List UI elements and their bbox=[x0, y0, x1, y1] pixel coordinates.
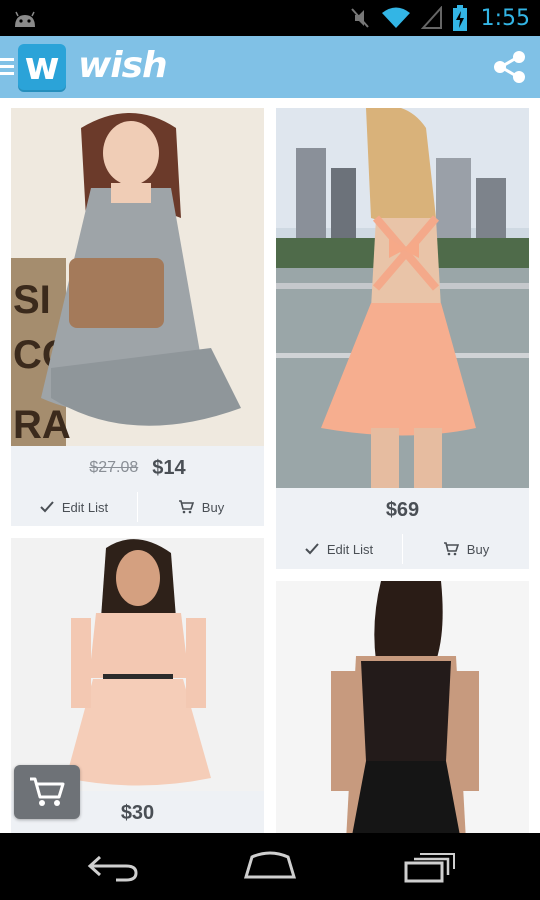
check-icon bbox=[40, 501, 54, 513]
navigation-bar bbox=[0, 833, 540, 900]
status-bar: 1:55 bbox=[0, 0, 540, 36]
recent-apps-icon[interactable] bbox=[402, 849, 458, 883]
svg-text:RA: RA bbox=[13, 403, 71, 446]
logo-letter: w bbox=[24, 44, 60, 88]
menu-icon[interactable] bbox=[0, 56, 14, 78]
price-row: $27.08 $14 bbox=[11, 446, 264, 490]
product-card[interactable]: $69 Edit List Buy bbox=[276, 108, 529, 569]
cart-icon bbox=[178, 500, 194, 514]
action-row: Edit List Buy bbox=[276, 530, 529, 568]
mute-icon bbox=[350, 8, 369, 28]
cart-icon bbox=[443, 542, 459, 556]
app-bar: w wish bbox=[0, 36, 540, 98]
back-icon[interactable] bbox=[86, 849, 142, 883]
edit-list-label: Edit List bbox=[326, 541, 374, 557]
edit-list-button[interactable]: Edit List bbox=[11, 488, 137, 526]
buy-label: Buy bbox=[466, 541, 490, 557]
edit-list-label: Edit List bbox=[61, 499, 109, 515]
home-icon[interactable] bbox=[242, 849, 298, 883]
gray-dress-photo[interactable]: SI CO RA bbox=[11, 108, 264, 446]
peach-bow-dress-photo[interactable] bbox=[276, 108, 529, 488]
brand-name: wish bbox=[78, 45, 168, 86]
product-card[interactable] bbox=[276, 581, 529, 833]
check-icon bbox=[305, 543, 319, 555]
action-row: Edit List Buy bbox=[11, 488, 264, 526]
price-row: $69 bbox=[276, 488, 529, 532]
product-card[interactable]: SI CO RA $27.08 $14 Edit List Buy bbox=[11, 108, 264, 526]
buy-label: Buy bbox=[201, 499, 225, 515]
price: $14 bbox=[152, 456, 186, 479]
status-time: 1:55 bbox=[480, 5, 530, 31]
svg-text:SI: SI bbox=[13, 278, 51, 322]
signal-icon bbox=[420, 6, 442, 29]
buy-button[interactable]: Buy bbox=[138, 488, 264, 526]
black-lace-dress-photo[interactable] bbox=[276, 581, 529, 833]
wifi-icon bbox=[381, 7, 410, 28]
price: $69 bbox=[385, 498, 420, 521]
wish-logo[interactable]: w bbox=[18, 44, 66, 92]
share-icon[interactable] bbox=[492, 50, 526, 84]
product-feed[interactable]: SI CO RA $27.08 $14 Edit List Buy $69 Ed… bbox=[0, 98, 540, 833]
buy-button[interactable]: Buy bbox=[403, 530, 529, 568]
old-price: $27.08 bbox=[89, 459, 139, 476]
floating-cart-button[interactable] bbox=[14, 765, 80, 819]
edit-list-button[interactable]: Edit List bbox=[276, 530, 402, 568]
battery-charging-icon bbox=[452, 5, 467, 31]
android-icon bbox=[15, 11, 35, 27]
price: $30 bbox=[120, 801, 155, 824]
cart-icon bbox=[30, 777, 65, 806]
lace-peach-dress-photo[interactable] bbox=[11, 538, 264, 791]
